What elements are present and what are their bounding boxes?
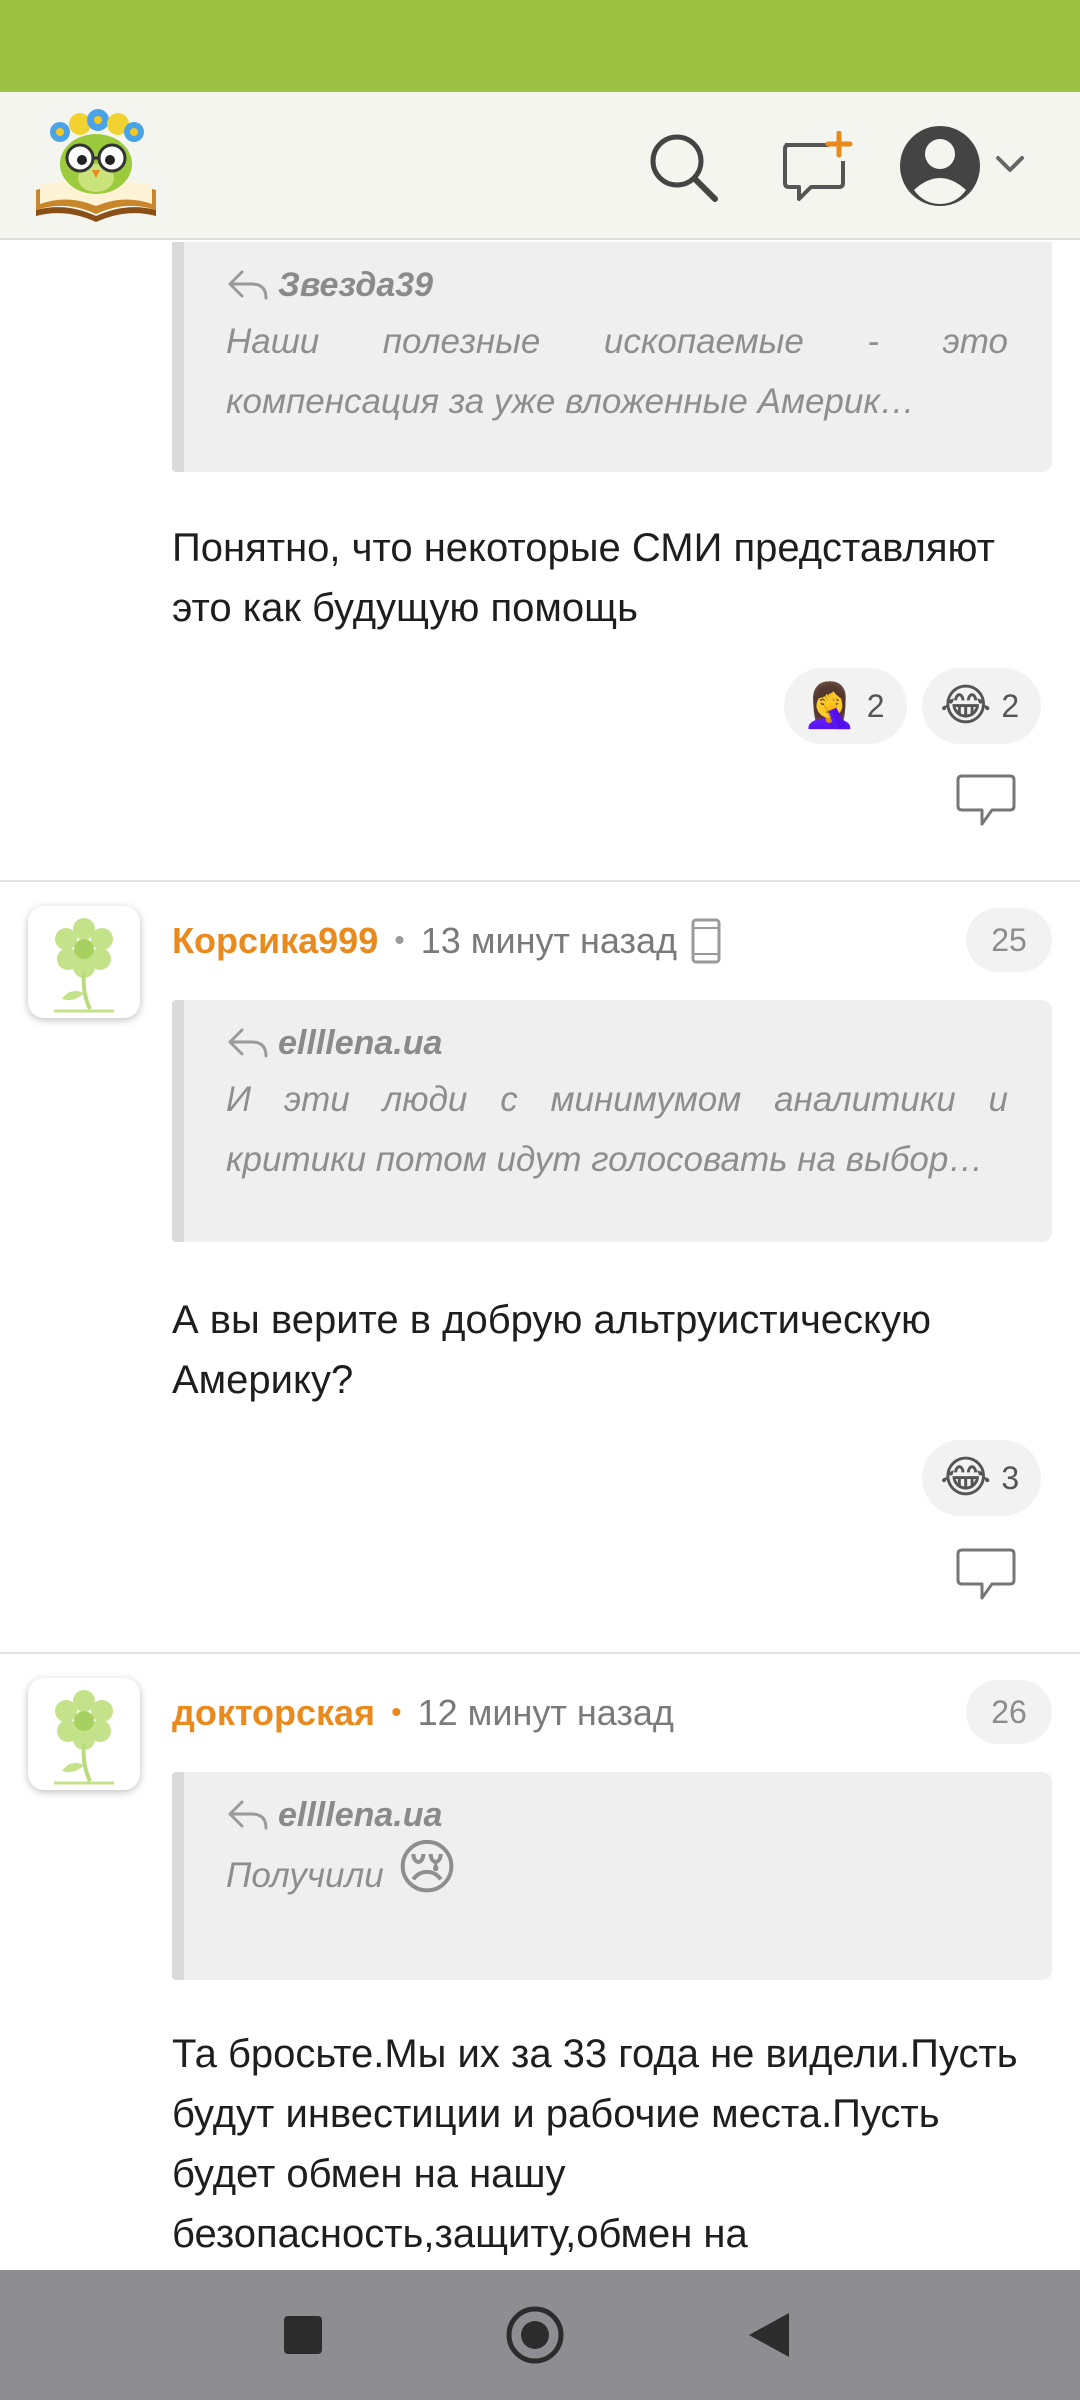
- timestamp: 12 минут назад: [417, 1692, 674, 1733]
- quoted-reply[interactable]: ellllena.ua Получили 😢: [172, 1772, 1052, 1980]
- reaction-count: 2: [866, 687, 885, 724]
- quote-text: Получили 😢: [226, 1834, 459, 1901]
- crying-emoji-icon: 😢: [395, 1834, 459, 1901]
- triangle-back-icon[interactable]: [734, 2300, 804, 2370]
- status-bar: [0, 0, 1080, 92]
- comment-meta: Корсика999 • 13 минут назад: [172, 916, 721, 966]
- comment-text: Та бросьте.Мы их за 33 года не видели.Пу…: [172, 2032, 1018, 2256]
- quoted-reply[interactable]: ellllena.ua И эти люди с минимумом анали…: [172, 1000, 1052, 1242]
- laughing-emoji-icon: 😂: [940, 681, 992, 730]
- separator-dot: •: [394, 924, 405, 957]
- username[interactable]: Корсика999: [172, 920, 378, 962]
- profile-menu-button[interactable]: [896, 116, 1036, 216]
- flower-avatar-icon: [54, 918, 114, 1013]
- system-navigation-bar: [0, 2270, 1080, 2400]
- comment-text: Понятно, что некоторые СМИ представляют …: [172, 526, 995, 630]
- username[interactable]: докторская: [172, 1692, 375, 1734]
- comments-feed: Звезда39 Наши полезные ископаемые - это …: [0, 242, 1080, 2270]
- reaction-facepalm[interactable]: 🤦‍♀️ 2: [784, 668, 907, 744]
- comment-meta: докторская • 12 минут назад: [172, 1688, 674, 1738]
- reply-arrow-icon: [228, 1800, 268, 1830]
- reaction-count: 2: [1001, 687, 1020, 724]
- quote-text: Наши полезные ископаемые - это компенсац…: [226, 322, 1008, 421]
- quote-text: И эти люди с минимумом аналитики и крити…: [226, 1080, 1008, 1179]
- comment-number-badge[interactable]: 26: [966, 1680, 1052, 1744]
- separator-dot: •: [391, 1696, 402, 1729]
- square-recent-apps-icon[interactable]: [268, 2300, 338, 2370]
- circle-home-icon[interactable]: [500, 2300, 570, 2370]
- quote-author: ellllena.ua: [278, 1795, 443, 1834]
- reply-comment-icon[interactable]: [956, 1546, 1016, 1602]
- avatar[interactable]: [28, 1678, 140, 1790]
- reaction-laugh[interactable]: 😂 2: [922, 668, 1042, 744]
- search-icon[interactable]: [638, 122, 728, 212]
- flower-avatar-icon: [54, 1690, 114, 1785]
- reply-arrow-icon: [228, 1028, 268, 1058]
- reaction-laugh[interactable]: 😂 3: [922, 1440, 1042, 1516]
- mobile-phone-icon: [691, 918, 721, 964]
- facepalm-emoji-icon: 🤦‍♀️: [802, 681, 857, 730]
- timestamp: 13 минут назад: [420, 920, 678, 961]
- laughing-emoji-icon: 😂: [940, 1453, 992, 1502]
- reply-comment-icon[interactable]: [956, 772, 1016, 828]
- quote-author: Звезда39: [278, 265, 434, 304]
- new-post-icon[interactable]: [770, 122, 860, 212]
- app-header: [0, 92, 1080, 240]
- reaction-count: 3: [1001, 1459, 1020, 1496]
- avatar[interactable]: [28, 906, 140, 1018]
- quoted-reply[interactable]: Звезда39 Наши полезные ископаемые - это …: [172, 242, 1052, 472]
- comment-divider: [0, 880, 1080, 882]
- reply-arrow-icon: [228, 270, 268, 300]
- quote-author: ellllena.ua: [278, 1023, 443, 1062]
- comment-divider: [0, 1652, 1080, 1654]
- comment-text: А вы верите в добрую альтруистическую Ам…: [172, 1298, 932, 1402]
- comment-number-badge[interactable]: 25: [966, 908, 1052, 972]
- owl-book-logo-icon[interactable]: [32, 106, 160, 224]
